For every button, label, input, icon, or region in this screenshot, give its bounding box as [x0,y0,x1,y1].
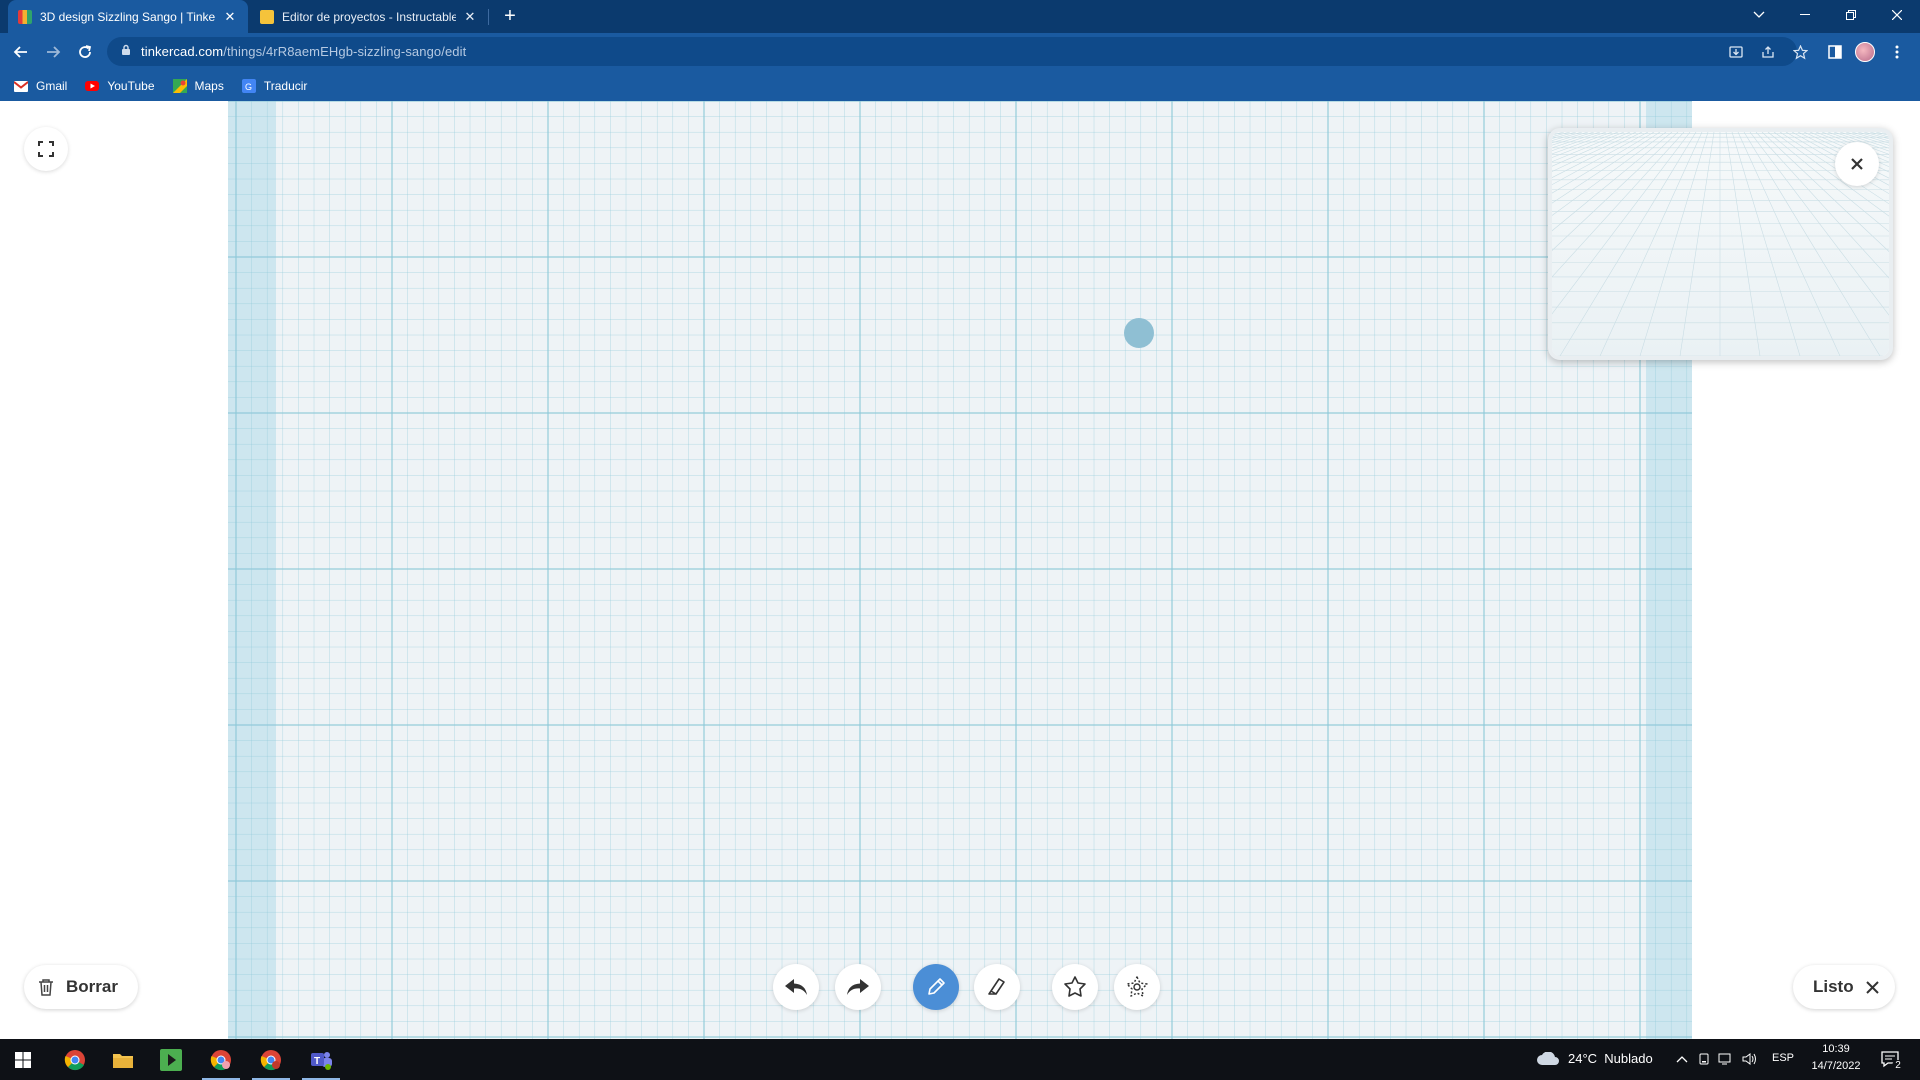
teams-icon: T [311,1051,332,1070]
sketch-grid-canvas[interactable] [228,101,1692,1039]
url-text: tinkercad.com/things/4rR8aemEHgb-sizzlin… [141,44,467,59]
instructables-favicon-icon [260,9,274,24]
undo-button[interactable] [773,964,819,1010]
weather-text[interactable]: 24°C Nublado [1568,1051,1653,1066]
youtube-icon [85,79,100,93]
pencil-cursor-dot [1124,318,1154,348]
browser-toolbar: tinkercad.com/things/4rR8aemEHgb-sizzlin… [0,33,1920,71]
language-indicator[interactable]: ESP [1772,1052,1794,1064]
taskbar-file-explorer[interactable] [100,1039,146,1080]
redo-button[interactable] [835,964,881,1010]
bookmarks-bar: Gmail YouTube Maps G Traducir [0,71,1920,101]
share-icon[interactable] [1759,43,1777,61]
close-icon [1865,980,1879,994]
clock-time[interactable]: 10:39 [1808,1043,1864,1055]
tab-instructables[interactable]: Editor de proyectos - Instructable ✕ [250,0,488,33]
tab-close-icon[interactable]: ✕ [462,9,478,25]
undo-icon [785,979,807,995]
windows-taskbar: T 24°C Nublado ESP 10:39 14/7/2022 2 [0,1039,1920,1080]
shape-add-tool-button[interactable] [1052,964,1098,1010]
clear-label: Borrar [66,977,118,996]
clear-button[interactable]: Borrar [24,965,138,1009]
notifications-count: 2 [1892,1060,1904,1072]
menu-kebab-icon[interactable] [1884,39,1910,65]
new-tab-icon[interactable]: + [498,4,522,28]
tab-tinkercad[interactable]: 3D design Sizzling Sango | Tinker ✕ [8,0,248,33]
reload-icon[interactable] [72,39,98,65]
back-icon[interactable] [8,39,34,65]
weather-cloud-icon[interactable] [1536,1051,1560,1067]
eraser-tool-button[interactable] [974,964,1020,1010]
shape-subtract-tool-button[interactable] [1114,964,1160,1010]
address-bar[interactable]: tinkercad.com/things/4rR8aemEHgb-sizzlin… [107,37,1808,66]
shape-add-icon [1064,976,1086,997]
maps-icon [172,79,187,93]
media-player-icon [160,1048,182,1071]
folder-icon [113,1053,133,1068]
bookmark-traducir[interactable]: G Traducir [241,79,307,93]
minimize-icon[interactable] [1782,0,1828,30]
trash-icon [39,979,53,996]
profile-avatar[interactable] [1852,39,1878,65]
grid-lines [228,101,1692,1039]
done-label: Listo [1813,977,1854,996]
shape-subtract-icon [1126,976,1148,997]
close-window-icon[interactable] [1874,0,1920,30]
chrome-profile-icon [260,1049,281,1070]
taskbar-chrome-window-2[interactable] [248,1039,294,1080]
tinkercad-favicon-icon [18,9,32,24]
svg-text:T: T [314,1056,320,1067]
side-panel-icon[interactable] [1822,39,1848,65]
bookmark-gmail[interactable]: Gmail [14,79,67,93]
taskbar-teams[interactable]: T [298,1039,344,1080]
tab-title: 3D design Sizzling Sango | Tinker [40,9,216,24]
windows-logo-icon [15,1051,31,1068]
pencil-tool-button[interactable] [913,964,959,1010]
start-button[interactable] [0,1039,46,1080]
network-icon[interactable] [1718,1051,1734,1067]
tab-divider [488,9,489,25]
editor-page: Borrar Listo [0,101,1920,1039]
pencil-icon [928,978,945,995]
bookmark-star-icon[interactable] [1791,43,1809,61]
taskbar-chrome-window-1[interactable] [198,1039,244,1080]
bookmark-maps[interactable]: Maps [172,79,224,93]
chrome-icon [64,1049,85,1070]
done-button[interactable]: Listo [1793,965,1895,1009]
volume-icon[interactable] [1742,1051,1758,1067]
bookmark-youtube[interactable]: YouTube [85,79,155,93]
preview-close-button[interactable] [1835,142,1879,186]
tray-chevron-up-icon[interactable] [1674,1051,1690,1067]
forward-icon[interactable] [40,39,66,65]
tab-close-icon[interactable]: ✕ [222,9,238,25]
chrome-profile-icon [210,1049,231,1070]
fullscreen-button[interactable] [24,127,68,171]
svg-text:G: G [245,82,252,92]
3d-preview-panel [1548,128,1893,360]
lock-icon[interactable] [121,43,131,61]
eraser-icon [988,978,1005,995]
clock-date[interactable]: 14/7/2022 [1804,1060,1868,1072]
gmail-icon [14,79,28,93]
fullscreen-icon [38,141,54,157]
redo-icon [847,979,869,995]
install-app-icon[interactable] [1727,43,1745,61]
tab-strip: 3D design Sizzling Sango | Tinker ✕ Edit… [0,0,1920,33]
tab-title: Editor de proyectos - Instructable [282,9,456,24]
taskbar-chrome[interactable] [52,1039,98,1080]
close-icon [1851,158,1863,170]
taskbar-media-app[interactable] [148,1039,194,1080]
tab-search-icon[interactable] [1736,0,1782,30]
translate-icon: G [241,79,256,93]
restore-icon[interactable] [1828,0,1874,30]
onedrive-icon[interactable] [1696,1051,1712,1067]
